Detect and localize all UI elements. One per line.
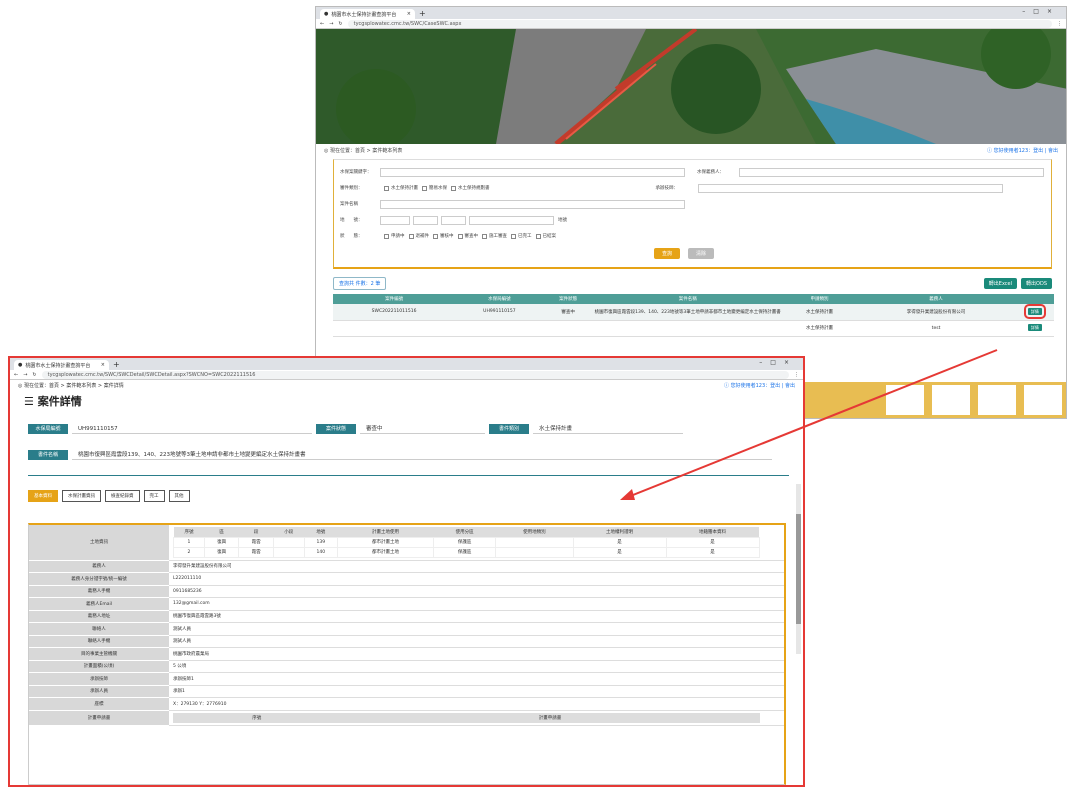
annotation-arrow <box>620 349 998 500</box>
